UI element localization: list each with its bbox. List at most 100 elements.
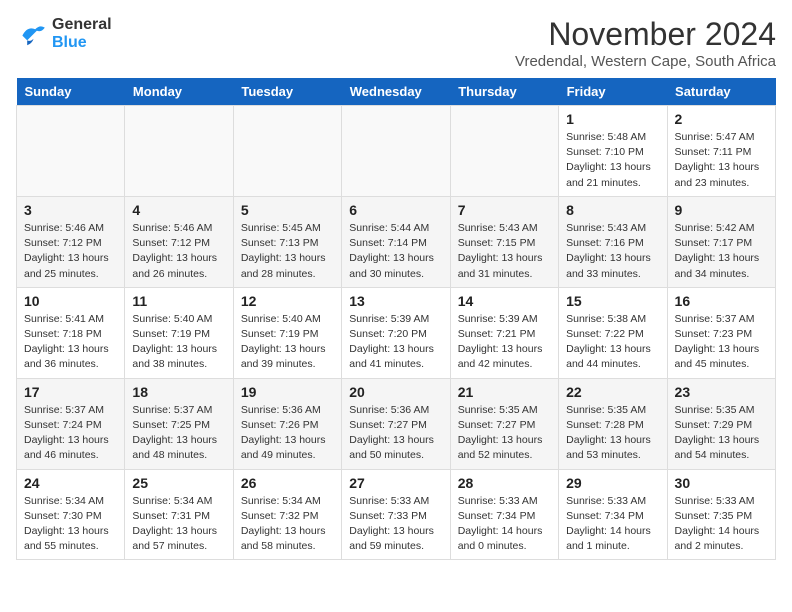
day-number: 25 xyxy=(132,475,225,491)
day-info: Sunrise: 5:36 AM Sunset: 7:26 PM Dayligh… xyxy=(241,403,334,464)
day-number: 3 xyxy=(24,202,117,218)
day-info: Sunrise: 5:34 AM Sunset: 7:31 PM Dayligh… xyxy=(132,494,225,555)
calendar-cell: 12Sunrise: 5:40 AM Sunset: 7:19 PM Dayli… xyxy=(233,287,341,378)
calendar-cell: 19 Sunrise: 5:36 AM Sunset: 7:26 PM Dayli… xyxy=(233,378,341,469)
calendar-cell xyxy=(450,106,558,197)
day-number: 17 xyxy=(24,384,117,400)
day-info: Sunrise: 5:33 AM Sunset: 7:35 PM Dayligh… xyxy=(675,494,768,555)
week-row-1: 1 Sunrise: 5:48 AM Sunset: 7:10 PM Daylig… xyxy=(17,106,776,197)
calendar-cell: 2 Sunrise: 5:47 AM Sunset: 7:11 PM Daylig… xyxy=(667,106,775,197)
calendar-cell: 15 Sunrise: 5:38 AM Sunset: 7:22 PM Dayli… xyxy=(559,287,667,378)
logo-icon xyxy=(16,18,48,50)
day-number: 28 xyxy=(458,475,551,491)
header-day-tuesday: Tuesday xyxy=(233,78,341,106)
title-area: November 2024 Vredendal, Western Cape, S… xyxy=(515,16,776,70)
day-number: 21 xyxy=(458,384,551,400)
month-title: November 2024 xyxy=(515,16,776,53)
day-info: Sunrise: 5:39 AM Sunset: 7:21 PM Dayligh… xyxy=(458,312,551,373)
day-info: Sunrise: 5:33 AM Sunset: 7:33 PM Dayligh… xyxy=(349,494,442,555)
calendar-cell: 16 Sunrise: 5:37 AM Sunset: 7:23 PM Dayli… xyxy=(667,287,775,378)
calendar-cell: 22 Sunrise: 5:35 AM Sunset: 7:28 PM Dayli… xyxy=(559,378,667,469)
header-day-saturday: Saturday xyxy=(667,78,775,106)
calendar-cell: 7 Sunrise: 5:43 AM Sunset: 7:15 PM Daylig… xyxy=(450,196,558,287)
header-day-wednesday: Wednesday xyxy=(342,78,450,106)
day-number: 23 xyxy=(675,384,768,400)
calendar-body: 1 Sunrise: 5:48 AM Sunset: 7:10 PM Daylig… xyxy=(17,106,776,560)
day-info: Sunrise: 5:35 AM Sunset: 7:29 PM Dayligh… xyxy=(675,403,768,464)
day-number: 19 xyxy=(241,384,334,400)
day-number: 2 xyxy=(675,111,768,127)
calendar-cell: 1 Sunrise: 5:48 AM Sunset: 7:10 PM Daylig… xyxy=(559,106,667,197)
calendar-cell: 26 Sunrise: 5:34 AM Sunset: 7:32 PM Dayli… xyxy=(233,469,341,560)
day-number: 14 xyxy=(458,293,551,309)
day-number: 16 xyxy=(675,293,768,309)
day-number: 7 xyxy=(458,202,551,218)
day-info: Sunrise: 5:34 AM Sunset: 7:32 PM Dayligh… xyxy=(241,494,334,555)
calendar-cell: 27 Sunrise: 5:33 AM Sunset: 7:33 PM Dayli… xyxy=(342,469,450,560)
day-number: 1 xyxy=(566,111,659,127)
header-row: SundayMondayTuesdayWednesdayThursdayFrid… xyxy=(17,78,776,106)
day-info: Sunrise: 5:38 AM Sunset: 7:22 PM Dayligh… xyxy=(566,312,659,373)
day-info: Sunrise: 5:47 AM Sunset: 7:11 PM Dayligh… xyxy=(675,130,768,191)
week-row-5: 24 Sunrise: 5:34 AM Sunset: 7:30 PM Dayli… xyxy=(17,469,776,560)
day-number: 11 xyxy=(132,293,225,309)
calendar-cell: 29 Sunrise: 5:33 AM Sunset: 7:34 PM Dayli… xyxy=(559,469,667,560)
calendar-cell: 3 Sunrise: 5:46 AM Sunset: 7:12 PM Daylig… xyxy=(17,196,125,287)
day-info: Sunrise: 5:37 AM Sunset: 7:23 PM Dayligh… xyxy=(675,312,768,373)
day-number: 27 xyxy=(349,475,442,491)
location: Vredendal, Western Cape, South Africa xyxy=(515,53,776,70)
day-number: 30 xyxy=(675,475,768,491)
day-number: 4 xyxy=(132,202,225,218)
header-day-monday: Monday xyxy=(125,78,233,106)
day-info: Sunrise: 5:45 AM Sunset: 7:13 PM Dayligh… xyxy=(241,221,334,282)
day-number: 18 xyxy=(132,384,225,400)
header: General Blue November 2024 Vredendal, We… xyxy=(16,16,776,70)
day-number: 6 xyxy=(349,202,442,218)
day-info: Sunrise: 5:33 AM Sunset: 7:34 PM Dayligh… xyxy=(458,494,551,555)
day-info: Sunrise: 5:37 AM Sunset: 7:24 PM Dayligh… xyxy=(24,403,117,464)
day-number: 26 xyxy=(241,475,334,491)
day-info: Sunrise: 5:46 AM Sunset: 7:12 PM Dayligh… xyxy=(24,221,117,282)
header-day-thursday: Thursday xyxy=(450,78,558,106)
day-info: Sunrise: 5:48 AM Sunset: 7:10 PM Dayligh… xyxy=(566,130,659,191)
day-info: Sunrise: 5:35 AM Sunset: 7:28 PM Dayligh… xyxy=(566,403,659,464)
calendar-cell: 21 Sunrise: 5:35 AM Sunset: 7:27 PM Dayli… xyxy=(450,378,558,469)
day-info: Sunrise: 5:35 AM Sunset: 7:27 PM Dayligh… xyxy=(458,403,551,464)
day-info: Sunrise: 5:41 AM Sunset: 7:18 PM Dayligh… xyxy=(24,312,117,373)
day-info: Sunrise: 5:44 AM Sunset: 7:14 PM Dayligh… xyxy=(349,221,442,282)
calendar-cell: 18Sunrise: 5:37 AM Sunset: 7:25 PM Dayli… xyxy=(125,378,233,469)
day-number: 15 xyxy=(566,293,659,309)
calendar-cell: 30 Sunrise: 5:33 AM Sunset: 7:35 PM Dayli… xyxy=(667,469,775,560)
calendar-cell xyxy=(17,106,125,197)
calendar-cell: 11 Sunrise: 5:40 AM Sunset: 7:19 PM Dayli… xyxy=(125,287,233,378)
day-info: Sunrise: 5:40 AM Sunset: 7:19 PM Dayligh… xyxy=(132,312,225,373)
week-row-4: 17 Sunrise: 5:37 AM Sunset: 7:24 PM Dayli… xyxy=(17,378,776,469)
day-number: 29 xyxy=(566,475,659,491)
calendar-cell: 5Sunrise: 5:45 AM Sunset: 7:13 PM Daylig… xyxy=(233,196,341,287)
calendar-cell: 8Sunrise: 5:43 AM Sunset: 7:16 PM Daylig… xyxy=(559,196,667,287)
week-row-3: 10 Sunrise: 5:41 AM Sunset: 7:18 PM Dayli… xyxy=(17,287,776,378)
week-row-2: 3 Sunrise: 5:46 AM Sunset: 7:12 PM Daylig… xyxy=(17,196,776,287)
day-number: 10 xyxy=(24,293,117,309)
calendar-cell: 17 Sunrise: 5:37 AM Sunset: 7:24 PM Dayli… xyxy=(17,378,125,469)
logo-text: General Blue xyxy=(52,16,112,52)
day-number: 8 xyxy=(566,202,659,218)
header-day-friday: Friday xyxy=(559,78,667,106)
day-info: Sunrise: 5:36 AM Sunset: 7:27 PM Dayligh… xyxy=(349,403,442,464)
calendar-cell: 24 Sunrise: 5:34 AM Sunset: 7:30 PM Dayli… xyxy=(17,469,125,560)
calendar-header: SundayMondayTuesdayWednesdayThursdayFrid… xyxy=(17,78,776,106)
day-number: 12 xyxy=(241,293,334,309)
day-number: 24 xyxy=(24,475,117,491)
day-info: Sunrise: 5:43 AM Sunset: 7:15 PM Dayligh… xyxy=(458,221,551,282)
day-number: 13 xyxy=(349,293,442,309)
day-number: 9 xyxy=(675,202,768,218)
calendar-cell: 23 Sunrise: 5:35 AM Sunset: 7:29 PM Dayli… xyxy=(667,378,775,469)
day-info: Sunrise: 5:34 AM Sunset: 7:30 PM Dayligh… xyxy=(24,494,117,555)
day-number: 20 xyxy=(349,384,442,400)
calendar-cell xyxy=(233,106,341,197)
day-info: Sunrise: 5:33 AM Sunset: 7:34 PM Dayligh… xyxy=(566,494,659,555)
calendar-cell xyxy=(125,106,233,197)
calendar-cell xyxy=(342,106,450,197)
day-number: 22 xyxy=(566,384,659,400)
calendar-cell: 6 Sunrise: 5:44 AM Sunset: 7:14 PM Daylig… xyxy=(342,196,450,287)
